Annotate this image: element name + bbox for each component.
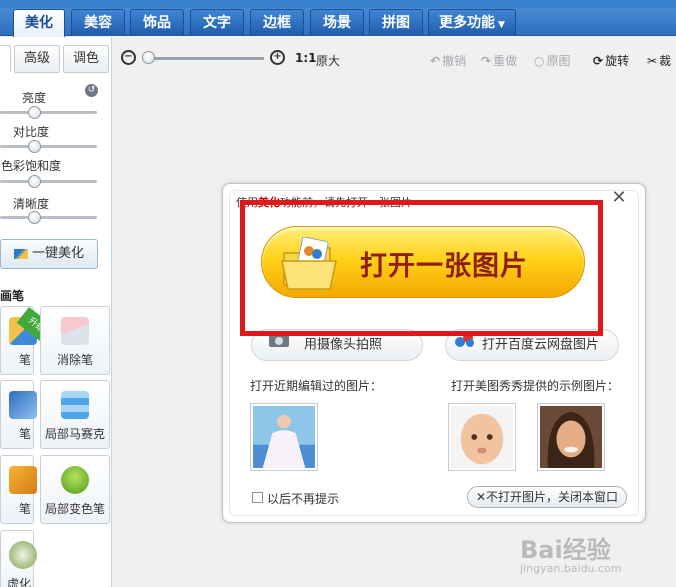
watermark-url: jingyan.baidu.com bbox=[520, 562, 622, 575]
sample-images-label: 打开美图秀秀提供的示例图片： bbox=[451, 379, 620, 393]
rotate-button[interactable]: ⟳ 旋转 bbox=[593, 52, 629, 69]
saturation-slider[interactable] bbox=[0, 180, 97, 183]
reset-icon[interactable]: ↺ bbox=[85, 84, 98, 97]
camera-label: 用摄像头拍照 bbox=[304, 337, 383, 353]
top-tab-bar: 美化 美容 饰品 文字 边框 场景 拼图 更多功能 ▼ bbox=[0, 0, 676, 37]
redo-button[interactable]: ↷ 重做 bbox=[481, 52, 517, 69]
close-without-opening-button[interactable]: ✕不打开图片，关闭本窗口 bbox=[467, 486, 627, 508]
tab-beauty[interactable]: 美容 bbox=[71, 9, 125, 36]
recent-image-photo bbox=[253, 406, 315, 468]
saturation-label: 色彩饱和度 bbox=[1, 159, 62, 173]
brightness-label: 亮度 bbox=[22, 91, 47, 105]
sharpness-label: 清晰度 bbox=[13, 197, 50, 211]
tool-color-brush[interactable]: 笔 bbox=[0, 455, 37, 524]
scissors-icon: ✂ bbox=[647, 54, 658, 68]
blur-icon bbox=[9, 541, 37, 569]
contrast-label: 对比度 bbox=[13, 125, 50, 139]
sharpness-knob[interactable] bbox=[28, 211, 41, 224]
one-click-beautify-label: 一键美化 bbox=[31, 246, 84, 261]
dialog-close-icon[interactable]: ✕ bbox=[609, 189, 629, 209]
tool-eyedropper-label: 笔 bbox=[18, 427, 31, 441]
tool-color-brush-label: 笔 bbox=[18, 502, 31, 516]
tab-frames[interactable]: 边框 bbox=[250, 9, 304, 36]
crop-button[interactable]: ✂ 裁 bbox=[647, 52, 671, 69]
tool-eraser-label: 消除笔 bbox=[56, 353, 93, 367]
brightness-slider[interactable] bbox=[0, 111, 97, 114]
tab-text[interactable]: 文字 bbox=[190, 9, 244, 36]
zoom-out-icon[interactable]: − bbox=[121, 50, 136, 65]
brightness-knob[interactable] bbox=[28, 106, 41, 119]
zoom-slider[interactable] bbox=[148, 57, 264, 60]
crop-label: 裁 bbox=[659, 54, 672, 68]
tool-blur-label: 虚化 bbox=[6, 577, 31, 587]
undo-button[interactable]: ↶ 撤销 bbox=[430, 52, 466, 69]
tool-color-change-label: 局部变色笔 bbox=[44, 502, 105, 516]
contrast-slider[interactable] bbox=[0, 145, 97, 148]
baidu-cloud-label: 打开百度云网盘图片 bbox=[482, 337, 600, 353]
tab-beautify[interactable]: 美化 bbox=[13, 9, 65, 37]
tool-eyedropper[interactable]: 笔 bbox=[0, 380, 37, 449]
saturation-knob[interactable] bbox=[28, 175, 41, 188]
tool-color-change[interactable]: 局部变色笔 bbox=[40, 455, 110, 524]
tab-more-label: 更多功能 bbox=[439, 15, 496, 31]
no-remind-label: 以后不再提示 bbox=[267, 492, 340, 506]
color-change-icon bbox=[61, 466, 89, 494]
original-image-label: 原图 bbox=[546, 54, 571, 68]
subtab-advanced[interactable]: 高级 bbox=[14, 45, 60, 73]
contrast-knob[interactable] bbox=[28, 140, 41, 153]
tab-more-functions[interactable]: 更多功能 ▼ bbox=[428, 9, 516, 36]
subtab-basic[interactable] bbox=[0, 45, 11, 73]
mosaic-icon bbox=[61, 391, 89, 419]
left-panel: 高级 调色 ↺ 亮度 对比度 色彩饱和度 清晰度 一键美化 画笔 升级 笔 消除… bbox=[0, 37, 112, 587]
original-size-label[interactable]: 原大 bbox=[316, 52, 340, 69]
zoom-in-icon[interactable]: + bbox=[270, 50, 285, 65]
actual-size-button[interactable]: 1:1 bbox=[295, 51, 317, 65]
tool-mosaic[interactable]: 局部马赛克 bbox=[40, 380, 110, 449]
eraser-icon bbox=[61, 317, 89, 345]
brush-section-title: 画笔 bbox=[0, 289, 25, 303]
close-without-opening-label: 不打开图片，关闭本窗口 bbox=[486, 490, 619, 504]
tab-accessories[interactable]: 饰品 bbox=[130, 9, 184, 36]
no-remind-checkbox[interactable] bbox=[252, 492, 263, 503]
tab-scenes[interactable]: 场景 bbox=[310, 9, 364, 36]
magic-wand-icon bbox=[13, 248, 28, 259]
recent-images-label: 打开近期编辑过的图片： bbox=[250, 379, 383, 393]
color-brush-icon bbox=[9, 466, 37, 494]
recent-image-thumbnail[interactable] bbox=[250, 403, 318, 471]
title-strip bbox=[0, 0, 676, 8]
zoom-knob[interactable] bbox=[142, 51, 155, 64]
original-image-icon: ○ bbox=[534, 54, 545, 68]
sample-baby-photo bbox=[451, 406, 513, 468]
tool-mosaic-label: 局部马赛克 bbox=[44, 427, 105, 441]
close-small-icon: ✕ bbox=[475, 490, 487, 504]
sample-woman-photo bbox=[540, 406, 602, 468]
tab-collage[interactable]: 拼图 bbox=[369, 9, 423, 36]
eyedropper-icon bbox=[9, 391, 37, 419]
tool-eraser[interactable]: 消除笔 bbox=[40, 306, 110, 375]
rotate-label: 旋转 bbox=[605, 54, 630, 68]
sharpness-slider[interactable] bbox=[0, 216, 97, 219]
baidu-jingyan-watermark: Bai经验 jingyan.baidu.com bbox=[520, 530, 660, 575]
tool-blur[interactable]: 虚化 bbox=[0, 530, 37, 587]
canvas-toolbar: − + 1:1 原大 ↶ 撤销 ↷ 重做 ○ 原图 ⟳ 旋转 ✂ 裁 bbox=[118, 44, 676, 72]
undo-icon: ↶ bbox=[430, 54, 441, 68]
tool-pencil-label: 笔 bbox=[18, 353, 31, 367]
highlight-frame bbox=[240, 200, 603, 336]
subtab-color[interactable]: 调色 bbox=[63, 45, 109, 73]
watermark-brand: Bai经验 bbox=[520, 536, 611, 564]
original-image-button[interactable]: ○ 原图 bbox=[534, 52, 571, 69]
sample-woman-thumbnail[interactable] bbox=[537, 403, 605, 471]
undo-label: 撤销 bbox=[442, 54, 467, 68]
tool-pencil[interactable]: 升级 笔 bbox=[0, 306, 56, 375]
chevron-down-icon: ▼ bbox=[498, 20, 505, 30]
one-click-beautify-button[interactable]: 一键美化 bbox=[0, 239, 98, 269]
sample-baby-thumbnail[interactable] bbox=[448, 403, 516, 471]
redo-icon: ↷ bbox=[481, 54, 492, 68]
redo-label: 重做 bbox=[493, 54, 518, 68]
rotate-icon: ⟳ bbox=[593, 54, 604, 68]
